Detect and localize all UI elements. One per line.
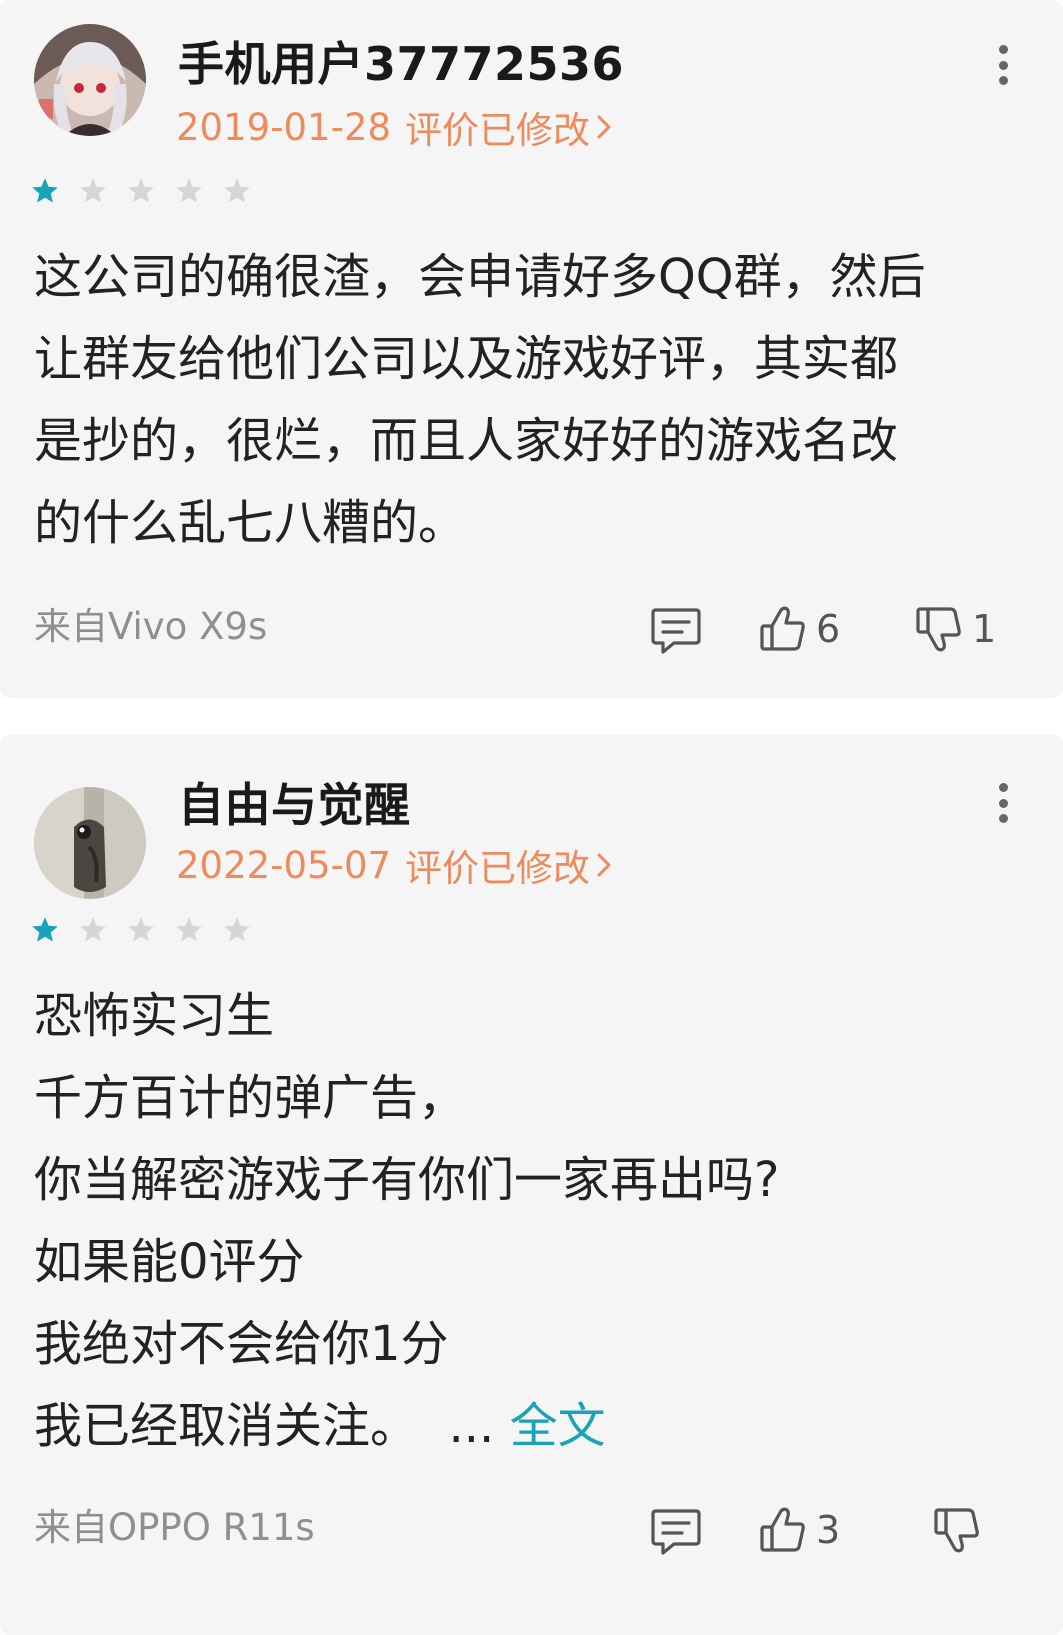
username[interactable]: 自由与觉醒: [178, 769, 411, 835]
star-icon: [176, 178, 202, 203]
like-count: 3: [816, 1508, 841, 1552]
review-line: 我绝对不会给你1分: [34, 1316, 449, 1372]
like-button[interactable]: 6: [758, 604, 840, 654]
chevron-right-icon: [596, 113, 612, 141]
dislike-button[interactable]: [932, 1505, 990, 1555]
edited-label: 评价已修改: [405, 109, 591, 152]
review-line: 是抄的，很烂，而且人家好好的游戏名改: [34, 413, 899, 469]
more-vertical-icon[interactable]: [991, 773, 1015, 833]
review-date: 2019-01-28: [176, 105, 392, 149]
rating-stars: [30, 176, 252, 206]
like-button[interactable]: 3: [758, 1505, 840, 1555]
device-label: 来自Vivo X9s: [34, 605, 268, 648]
like-count: 6: [816, 607, 841, 651]
comment-icon: [651, 608, 701, 654]
review-line: 恐怖实习生: [34, 988, 275, 1044]
star-icon: [128, 178, 154, 203]
review-date: 2022-05-07: [176, 843, 392, 887]
star-icon: [80, 178, 106, 203]
more-vertical-icon[interactable]: [991, 35, 1015, 95]
comment-button[interactable]: [650, 606, 702, 656]
thumbs-down-icon: [934, 1508, 979, 1553]
ellipsis: ...: [448, 1398, 495, 1454]
full-text-link[interactable]: 全文: [510, 1398, 606, 1454]
star-icon: [80, 917, 106, 942]
comment-icon: [651, 1509, 701, 1555]
review-line: 让群友给他们公司以及游戏好评，其实都: [34, 331, 899, 387]
star-icon: [224, 178, 250, 203]
review-line: 千方百计的弹广告，: [34, 1070, 467, 1126]
review-line: 这公司的确很渣，会申请好多QQ群，然后: [34, 249, 926, 305]
review-text[interactable]: 这公司的确很渣，会申请好多QQ群，然后 让群友给他们公司以及游戏好评，其实都 是…: [34, 236, 1034, 564]
review-card: 自由与觉醒 2022-05-07 评价已修改 恐怖实习生 千方百计的弹广告， 你…: [0, 735, 1063, 1635]
chevron-right-icon: [596, 851, 612, 879]
username[interactable]: 手机用户37772536: [178, 28, 624, 94]
review-line: 如果能0评分: [34, 1234, 305, 1290]
edited-label: 评价已修改: [405, 847, 591, 890]
avatar[interactable]: [34, 24, 146, 136]
review-card: 手机用户37772536 2019-01-28 评价已修改 这公司的确很渣，会申…: [0, 0, 1063, 698]
star-icon: [32, 178, 58, 203]
review-line: 的什么乱七八糟的。: [34, 495, 467, 551]
star-icon: [32, 917, 58, 942]
dislike-button[interactable]: 1: [914, 604, 996, 654]
star-icon: [128, 917, 154, 942]
review-meta[interactable]: 2022-05-07 评价已修改: [176, 838, 612, 892]
thumbs-up-icon: [760, 1507, 805, 1552]
comment-button[interactable]: [650, 1507, 702, 1557]
device-label: 来自OPPO R11s: [34, 1506, 315, 1549]
review-line: 我已经取消关注。: [34, 1398, 419, 1454]
review-meta[interactable]: 2019-01-28 评价已修改: [176, 100, 612, 154]
avatar[interactable]: [34, 787, 146, 899]
thumbs-down-icon: [916, 607, 961, 652]
rating-stars: [30, 915, 252, 945]
review-last-line: 我已经取消关注。 ... 全文: [34, 1385, 1034, 1467]
review-line: 你当解密游戏子有你们一家再出吗?: [34, 1152, 780, 1208]
star-icon: [176, 917, 202, 942]
star-icon: [224, 917, 250, 942]
dislike-count: 1: [972, 607, 997, 651]
thumbs-up-icon: [760, 606, 805, 651]
review-text[interactable]: 恐怖实习生 千方百计的弹广告， 你当解密游戏子有你们一家再出吗? 如果能0评分 …: [34, 975, 1034, 1467]
